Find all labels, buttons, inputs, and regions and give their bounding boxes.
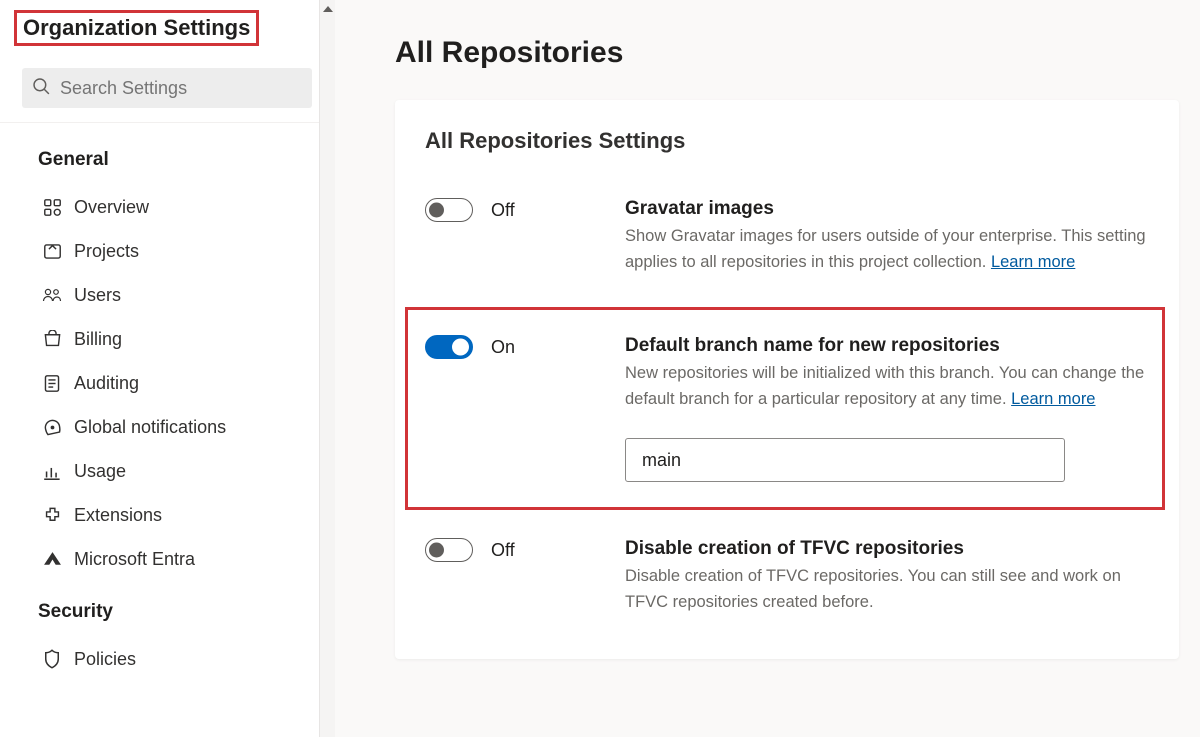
setting-title: Disable creation of TFVC repositories bbox=[625, 538, 1155, 560]
sidebar-item-notifications[interactable]: Global notifications bbox=[0, 405, 334, 449]
main-content: All Repositories All Repositories Settin… bbox=[335, 0, 1200, 737]
sidebar-item-overview[interactable]: Overview bbox=[0, 185, 334, 229]
page-title: All Repositories bbox=[395, 36, 1200, 70]
toggle-gravatar[interactable] bbox=[425, 198, 473, 222]
policies-icon bbox=[40, 647, 64, 671]
setting-desc: New repositories will be initialized wit… bbox=[625, 361, 1151, 412]
sidebar-item-label: Policies bbox=[74, 649, 136, 670]
sidebar-item-auditing[interactable]: Auditing bbox=[0, 361, 334, 405]
nav-section-security: Security bbox=[0, 597, 334, 637]
sidebar-item-entra[interactable]: Microsoft Entra bbox=[0, 537, 334, 581]
setting-desc: Disable creation of TFVC repositories. Y… bbox=[625, 564, 1155, 615]
learn-more-link[interactable]: Learn more bbox=[1011, 390, 1095, 408]
search-icon bbox=[32, 77, 60, 99]
sidebar-item-extensions[interactable]: Extensions bbox=[0, 493, 334, 537]
toggle-state-label: Off bbox=[491, 540, 515, 561]
sidebar-item-label: Usage bbox=[74, 461, 126, 482]
sidebar-item-label: Billing bbox=[74, 329, 122, 350]
usage-icon bbox=[40, 459, 64, 483]
setting-title: Gravatar images bbox=[625, 198, 1155, 220]
card-title: All Repositories Settings bbox=[395, 128, 1179, 184]
scroll-up-icon[interactable] bbox=[320, 2, 335, 16]
entra-icon bbox=[40, 547, 64, 571]
extensions-icon bbox=[40, 503, 64, 527]
users-icon bbox=[40, 283, 64, 307]
setting-row-default-branch: On Default branch name for new repositor… bbox=[405, 307, 1165, 510]
sidebar-item-label: Projects bbox=[74, 241, 139, 262]
sidebar-item-projects[interactable]: Projects bbox=[0, 229, 334, 273]
setting-title: Default branch name for new repositories bbox=[625, 335, 1151, 357]
sidebar: Organization Settings General Overview bbox=[0, 0, 335, 737]
sidebar-item-label: Extensions bbox=[74, 505, 162, 526]
default-branch-input[interactable] bbox=[625, 438, 1065, 482]
toggle-tfvc[interactable] bbox=[425, 538, 473, 562]
settings-card: All Repositories Settings Off Gravatar i… bbox=[395, 100, 1179, 659]
sidebar-title: Organization Settings bbox=[14, 10, 259, 46]
toggle-state-label: Off bbox=[491, 200, 515, 221]
sidebar-item-billing[interactable]: Billing bbox=[0, 317, 334, 361]
sidebar-item-users[interactable]: Users bbox=[0, 273, 334, 317]
sidebar-scrollbar[interactable] bbox=[319, 0, 335, 737]
sidebar-item-label: Users bbox=[74, 285, 121, 306]
billing-icon bbox=[40, 327, 64, 351]
search-input[interactable] bbox=[60, 78, 302, 99]
sidebar-item-label: Auditing bbox=[74, 373, 139, 394]
sidebar-item-label: Global notifications bbox=[74, 417, 226, 438]
setting-row-tfvc: Off Disable creation of TFVC repositorie… bbox=[395, 524, 1179, 629]
projects-icon bbox=[40, 239, 64, 263]
overview-icon bbox=[40, 195, 64, 219]
sidebar-item-label: Overview bbox=[74, 197, 149, 218]
learn-more-link[interactable]: Learn more bbox=[991, 253, 1075, 271]
setting-row-gravatar: Off Gravatar images Show Gravatar images… bbox=[395, 184, 1179, 289]
toggle-state-label: On bbox=[491, 337, 515, 358]
sidebar-item-policies[interactable]: Policies bbox=[0, 637, 334, 681]
notifications-icon bbox=[40, 415, 64, 439]
sidebar-item-label: Microsoft Entra bbox=[74, 549, 195, 570]
auditing-icon bbox=[40, 371, 64, 395]
sidebar-item-usage[interactable]: Usage bbox=[0, 449, 334, 493]
search-input-wrap[interactable] bbox=[22, 68, 312, 108]
setting-desc: Show Gravatar images for users outside o… bbox=[625, 224, 1155, 275]
nav-section-general: General bbox=[0, 145, 334, 185]
toggle-default-branch[interactable] bbox=[425, 335, 473, 359]
